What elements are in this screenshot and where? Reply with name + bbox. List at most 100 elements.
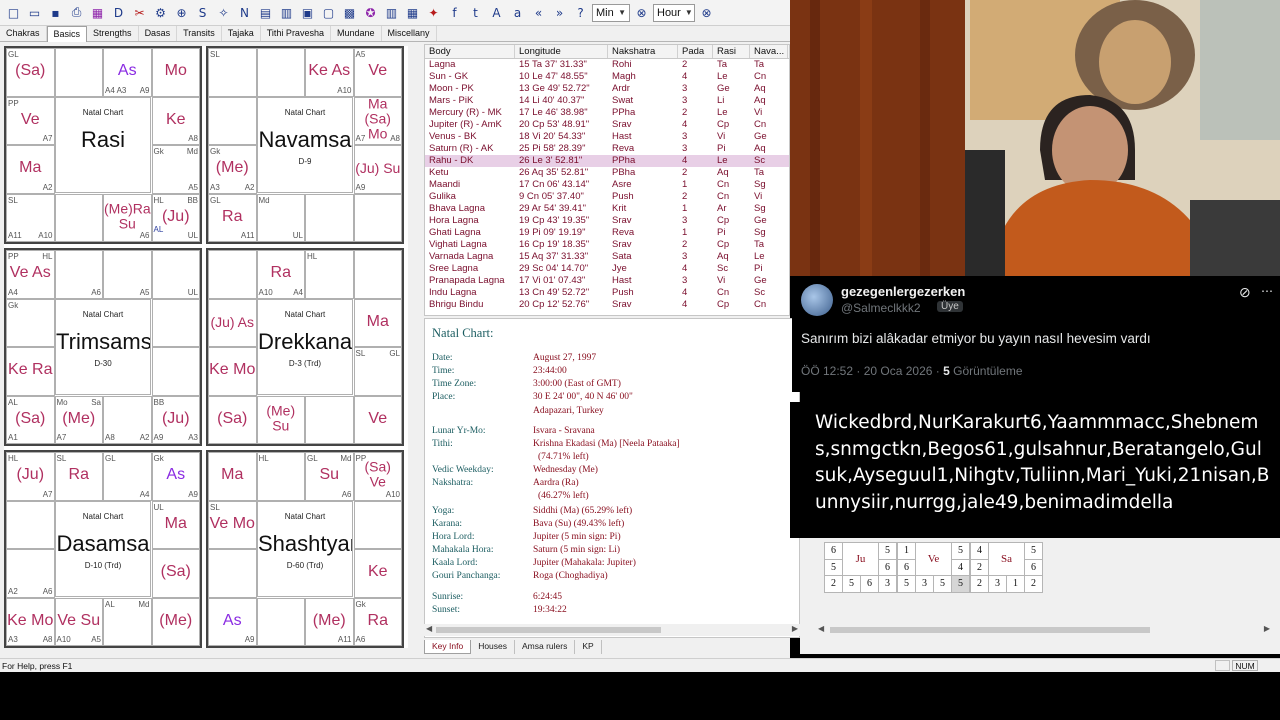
- chart-house[interactable]: SL: [208, 48, 257, 97]
- scroll-thumb[interactable]: [436, 627, 661, 633]
- text-a-icon[interactable]: A: [487, 3, 506, 22]
- chart-house[interactable]: A8 Ke: [151, 96, 200, 145]
- tab-key-info[interactable]: Key Info: [424, 640, 472, 654]
- chart-house[interactable]: (Sa): [208, 395, 257, 444]
- tab-houses[interactable]: Houses: [471, 640, 516, 654]
- grid-scrollbar[interactable]: ◀ ▶: [818, 624, 1278, 636]
- sb-icon[interactable]: ▣: [298, 3, 317, 22]
- scissors-icon[interactable]: ✂: [130, 3, 149, 22]
- table-row[interactable]: Mercury (R) - MK 17 Le 46' 38.98" PPha 2 Le V…: [425, 107, 789, 119]
- column-header[interactable]: Longitude: [515, 45, 608, 58]
- chart-house[interactable]: [54, 48, 103, 97]
- table-row[interactable]: Varnada Lagna 15 Aq 37' 31.33" Sata 3 Aq Le: [425, 251, 789, 263]
- chart-house[interactable]: AL Md: [103, 597, 152, 646]
- table-row[interactable]: Maandi 17 Cn 06' 43.14" Asre 1 Cn Sg: [425, 179, 789, 191]
- chart-icon[interactable]: ▦: [88, 3, 107, 22]
- chart-house[interactable]: Md UL: [256, 193, 305, 242]
- table-row[interactable]: Rahu - DK 26 Le 3' 52.81" PPha 4 Le Sc: [425, 155, 789, 167]
- chart-house[interactable]: A9 As: [208, 597, 257, 646]
- table-row[interactable]: Ghati Lagna 19 Pi 09' 19.19" Reva 1 Pi Sg: [425, 227, 789, 239]
- chart-house[interactable]: SL Ra: [54, 452, 103, 501]
- chart-house[interactable]: [353, 250, 402, 299]
- bird2-icon[interactable]: ✦: [424, 3, 443, 22]
- chart-house[interactable]: [6, 500, 55, 549]
- column-header[interactable]: Pada: [678, 45, 713, 58]
- chart-house[interactable]: [305, 193, 354, 242]
- scroll-right-icon[interactable]: ▶: [792, 624, 798, 633]
- data-icon[interactable]: D: [109, 3, 128, 22]
- chart-house[interactable]: A11 (Me): [305, 597, 354, 646]
- wheel3-icon[interactable]: ⊗: [697, 3, 716, 22]
- chart-house[interactable]: BB A9 A3 (Ju): [151, 395, 200, 444]
- chart-house[interactable]: A4 A3 A9 As: [103, 48, 152, 97]
- avatar[interactable]: [801, 284, 833, 316]
- table-row[interactable]: Jupiter (R) - AmK 20 Cp 53' 48.91" Srav 4 Cp…: [425, 119, 789, 131]
- divisional-chart[interactable]: HL A7 (Ju) SL Ra GL A4 Gk A9 As UL Ma (Sa) (Me) AL Md A1…: [4, 450, 202, 648]
- tab-tithi-pravesha[interactable]: Tithi Pravesha: [261, 26, 331, 41]
- chart-house[interactable]: UL: [151, 250, 200, 299]
- chart-house[interactable]: A2 A6: [6, 549, 55, 598]
- table-row[interactable]: Moon - PK 13 Ge 49' 52.72" Ardr 3 Ge Aq: [425, 83, 789, 95]
- gift-icon[interactable]: ▦: [403, 3, 422, 22]
- chart-house[interactable]: [305, 395, 354, 444]
- settings-icon[interactable]: ⚙: [151, 3, 170, 22]
- column-header[interactable]: Nava...: [750, 45, 788, 58]
- forward-icon[interactable]: »: [550, 3, 569, 22]
- chart-house[interactable]: Mo: [151, 48, 200, 97]
- chart-house[interactable]: Ke Ra: [6, 347, 55, 396]
- people-icon[interactable]: ✪: [361, 3, 380, 22]
- print-icon[interactable]: ⎙: [67, 3, 86, 22]
- new-icon[interactable]: □: [4, 3, 23, 22]
- scroll-thumb[interactable]: [830, 627, 1150, 633]
- tab-chakras[interactable]: Chakras: [0, 26, 47, 41]
- calendar-icon[interactable]: ▩: [340, 3, 359, 22]
- chart-house[interactable]: A5: [103, 250, 152, 299]
- divisional-chart[interactable]: Ma HL GL Md A6 Su PP A10 (Sa) Ve Ke Gk A6 Ra A11 (Me) A…: [206, 450, 404, 648]
- n-icon[interactable]: N: [235, 3, 254, 22]
- chart-house[interactable]: A9 (Ju) Su: [353, 145, 402, 194]
- chart-house[interactable]: A8 A2: [103, 395, 152, 444]
- chart-house[interactable]: PP HL A4 Ve As: [6, 250, 55, 299]
- chart-house[interactable]: A6 (Me)Ra Su: [103, 193, 152, 242]
- chart-house[interactable]: [151, 347, 200, 396]
- chart-house[interactable]: [208, 96, 257, 145]
- save-icon[interactable]: ▪: [46, 3, 65, 22]
- chart-house[interactable]: [353, 193, 402, 242]
- chart-house[interactable]: [151, 298, 200, 347]
- tweet-author-name[interactable]: gezegenlergezerken: [841, 284, 965, 299]
- chart-house[interactable]: A10 A4 Ra: [256, 250, 305, 299]
- chart-house[interactable]: [353, 500, 402, 549]
- grok-icon[interactable]: ⊘: [1239, 284, 1251, 301]
- table-row[interactable]: Lagna 15 Ta 37' 31.33" Rohi 2 Ta Ta: [425, 59, 789, 71]
- chart-house[interactable]: Ke: [353, 549, 402, 598]
- chart-house[interactable]: GL (Sa): [6, 48, 55, 97]
- tab-strengths[interactable]: Strengths: [87, 26, 139, 41]
- chart-house[interactable]: A3 A8 Ke Mo: [6, 597, 55, 646]
- tab-tajaka[interactable]: Tajaka: [222, 26, 261, 41]
- divisional-chart[interactable]: A10 A4 Ra HL Ma SL GL Ve (Me) Su (Sa) Ke Mo (Ju) As…: [206, 248, 404, 446]
- help-icon[interactable]: ?: [571, 3, 590, 22]
- chart-house[interactable]: (Me): [151, 597, 200, 646]
- chart-house[interactable]: A7 A8 Ma (Sa) Mo: [353, 96, 402, 145]
- scroll-left-icon[interactable]: ◀: [426, 624, 432, 633]
- chart-house[interactable]: A5 Ve: [353, 48, 402, 97]
- chart-house[interactable]: [54, 193, 103, 242]
- divisional-chart[interactable]: GL (Sa) A4 A3 A9 As Mo A8 Ke Gk Md A5 HL BB UL AL (Ju) A…: [4, 46, 202, 244]
- table-icon[interactable]: ▥: [277, 3, 296, 22]
- column-header[interactable]: Body: [425, 45, 515, 58]
- chart-house[interactable]: HL A7 (Ju): [6, 452, 55, 501]
- chart-house[interactable]: Mo Sa A7 (Me): [54, 395, 103, 444]
- wheel-icon[interactable]: ⊕: [172, 3, 191, 22]
- tab-transits[interactable]: Transits: [177, 26, 222, 41]
- chart-house[interactable]: A10 A5 Ve Su: [54, 597, 103, 646]
- chart-house[interactable]: GL A11 Ra: [208, 193, 257, 242]
- facebook-icon[interactable]: f: [445, 3, 464, 22]
- chart-house[interactable]: PP A7 Ve: [6, 96, 55, 145]
- table-row[interactable]: Sun - GK 10 Le 47' 48.55" Magh 4 Le Cn: [425, 71, 789, 83]
- table-row[interactable]: Hora Lagna 19 Cp 43' 19.35" Srav 3 Cp Ge: [425, 215, 789, 227]
- chart-house[interactable]: (Me) Su: [256, 395, 305, 444]
- chart-house[interactable]: PP A10 (Sa) Ve: [353, 452, 402, 501]
- table-row[interactable]: Bhava Lagna 29 Ar 54' 39.41" Krit 1 Ar Sg: [425, 203, 789, 215]
- table-row[interactable]: Ketu 26 Aq 35' 52.81" PBha 2 Aq Ta: [425, 167, 789, 179]
- body-positions-table[interactable]: Body Longitude Nakshatra Pada Rasi Nava... La…: [424, 44, 790, 316]
